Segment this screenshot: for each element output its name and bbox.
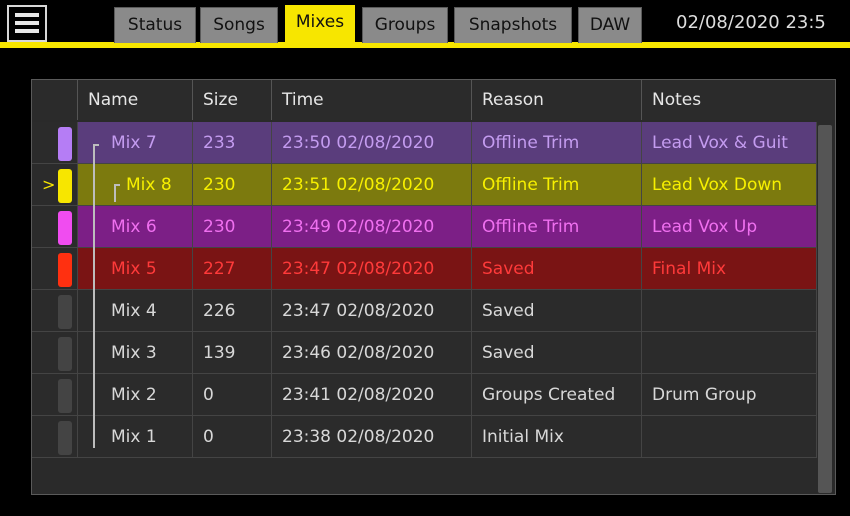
cell-notes: Lead Vox Down xyxy=(642,164,817,206)
mix-color-swatch xyxy=(58,127,72,161)
table-row[interactable]: Mix 4 226 23:47 02/08/2020 Saved xyxy=(32,290,817,332)
color-cell xyxy=(32,206,78,248)
table-header: Name Size Time Reason Notes xyxy=(32,80,835,120)
table-footer xyxy=(32,466,817,494)
cell-name: Mix 6 xyxy=(78,206,193,248)
cell-notes xyxy=(642,290,817,332)
cell-size: 227 xyxy=(193,248,272,290)
cell-time: 23:46 02/08/2020 xyxy=(272,332,472,374)
cell-notes: Lead Vox Up xyxy=(642,206,817,248)
cell-name: Mix 2 xyxy=(78,374,193,416)
cell-reason: Offline Trim xyxy=(472,206,642,248)
header-reason[interactable]: Reason xyxy=(472,80,642,120)
cell-name: Mix 7 xyxy=(78,122,193,164)
cell-name: Mix 1 xyxy=(78,416,193,458)
table-row[interactable]: Mix 5 227 23:47 02/08/2020 Saved Final Mix xyxy=(32,248,817,290)
header-color xyxy=(32,80,78,120)
tree-branch-line xyxy=(114,184,116,202)
cell-reason: Saved xyxy=(472,290,642,332)
mix-color-swatch xyxy=(58,379,72,413)
mix-color-swatch xyxy=(58,421,72,455)
cell-name: Mix 3 xyxy=(78,332,193,374)
tab-label: Status xyxy=(127,15,183,35)
current-mix-marker: > xyxy=(42,175,56,194)
cell-notes: Drum Group xyxy=(642,374,817,416)
cell-reason: Offline Trim xyxy=(472,164,642,206)
table-row[interactable]: Mix 7 233 23:50 02/08/2020 Offline Trim Lead… xyxy=(32,122,817,164)
cell-size: 0 xyxy=(193,416,272,458)
tab-snapshots[interactable]: Snapshots xyxy=(454,7,572,43)
cell-notes xyxy=(642,416,817,458)
cell-reason: Saved xyxy=(472,332,642,374)
cell-time: 23:47 02/08/2020 xyxy=(272,290,472,332)
table-row[interactable]: Mix 6 230 23:49 02/08/2020 Offline Trim Lead… xyxy=(32,206,817,248)
tab-mixes[interactable]: Mixes xyxy=(285,5,355,48)
tab-label: Songs xyxy=(213,15,265,35)
mix-color-swatch xyxy=(58,211,72,245)
color-cell xyxy=(32,290,78,332)
cell-reason: Initial Mix xyxy=(472,416,642,458)
cell-time: 23:47 02/08/2020 xyxy=(272,248,472,290)
cell-notes: Lead Vox & Guit xyxy=(642,122,817,164)
cell-time: 23:49 02/08/2020 xyxy=(272,206,472,248)
cell-name: Mix 8 xyxy=(78,164,193,206)
cell-name: Mix 4 xyxy=(78,290,193,332)
table-row[interactable]: > Mix 8 230 23:51 02/08/2020 Offline Trim Lea… xyxy=(32,164,817,206)
cell-reason: Offline Trim xyxy=(472,122,642,164)
table-row[interactable]: Mix 2 0 23:41 02/08/2020 Groups Created Drum… xyxy=(32,374,817,416)
cell-notes xyxy=(642,332,817,374)
tab-songs[interactable]: Songs xyxy=(200,7,278,43)
mix-color-swatch xyxy=(58,295,72,329)
cell-size: 0 xyxy=(193,374,272,416)
color-cell xyxy=(32,374,78,416)
cell-notes: Final Mix xyxy=(642,248,817,290)
cell-size: 230 xyxy=(193,206,272,248)
color-cell xyxy=(32,416,78,458)
top-bar: Status Songs Mixes Groups Snapshots DAW … xyxy=(0,0,850,52)
cell-time: 23:41 02/08/2020 xyxy=(272,374,472,416)
mix-color-swatch xyxy=(58,253,72,287)
cell-size: 226 xyxy=(193,290,272,332)
tab-daw[interactable]: DAW xyxy=(578,7,642,43)
cell-time: 23:38 02/08/2020 xyxy=(272,416,472,458)
tab-label: Groups xyxy=(374,15,436,35)
tree-branch-line xyxy=(93,144,99,146)
cell-name: Mix 5 xyxy=(78,248,193,290)
tree-trunk-line xyxy=(93,144,95,448)
color-cell: > xyxy=(32,164,78,206)
header-name[interactable]: Name xyxy=(78,80,193,120)
header-size[interactable]: Size xyxy=(193,80,272,120)
tab-label: DAW xyxy=(589,15,631,35)
tab-label: Snapshots xyxy=(468,15,558,35)
header-notes[interactable]: Notes xyxy=(642,80,835,120)
header-time[interactable]: Time xyxy=(272,80,472,120)
color-cell xyxy=(32,122,78,164)
tab-status[interactable]: Status xyxy=(114,7,196,43)
cell-time: 23:50 02/08/2020 xyxy=(272,122,472,164)
cell-size: 233 xyxy=(193,122,272,164)
table-row[interactable]: Mix 1 0 23:38 02/08/2020 Initial Mix xyxy=(32,416,817,458)
cell-time: 23:51 02/08/2020 xyxy=(272,164,472,206)
color-cell xyxy=(32,332,78,374)
cell-size: 230 xyxy=(193,164,272,206)
clock-display: 02/08/2020 23:5 xyxy=(676,12,826,33)
hamburger-menu-icon[interactable] xyxy=(7,5,47,42)
tab-label: Mixes xyxy=(295,12,345,32)
vertical-scrollbar[interactable] xyxy=(818,125,832,493)
tab-groups[interactable]: Groups xyxy=(362,7,448,43)
color-cell xyxy=(32,248,78,290)
mix-color-swatch xyxy=(58,169,72,203)
cell-reason: Saved xyxy=(472,248,642,290)
mix-color-swatch xyxy=(58,337,72,371)
tree-branch-line xyxy=(114,184,120,186)
table-row[interactable]: Mix 3 139 23:46 02/08/2020 Saved xyxy=(32,332,817,374)
cell-size: 139 xyxy=(193,332,272,374)
mixes-table: Name Size Time Reason Notes Mix 7 233 23:5… xyxy=(31,79,836,495)
cell-reason: Groups Created xyxy=(472,374,642,416)
